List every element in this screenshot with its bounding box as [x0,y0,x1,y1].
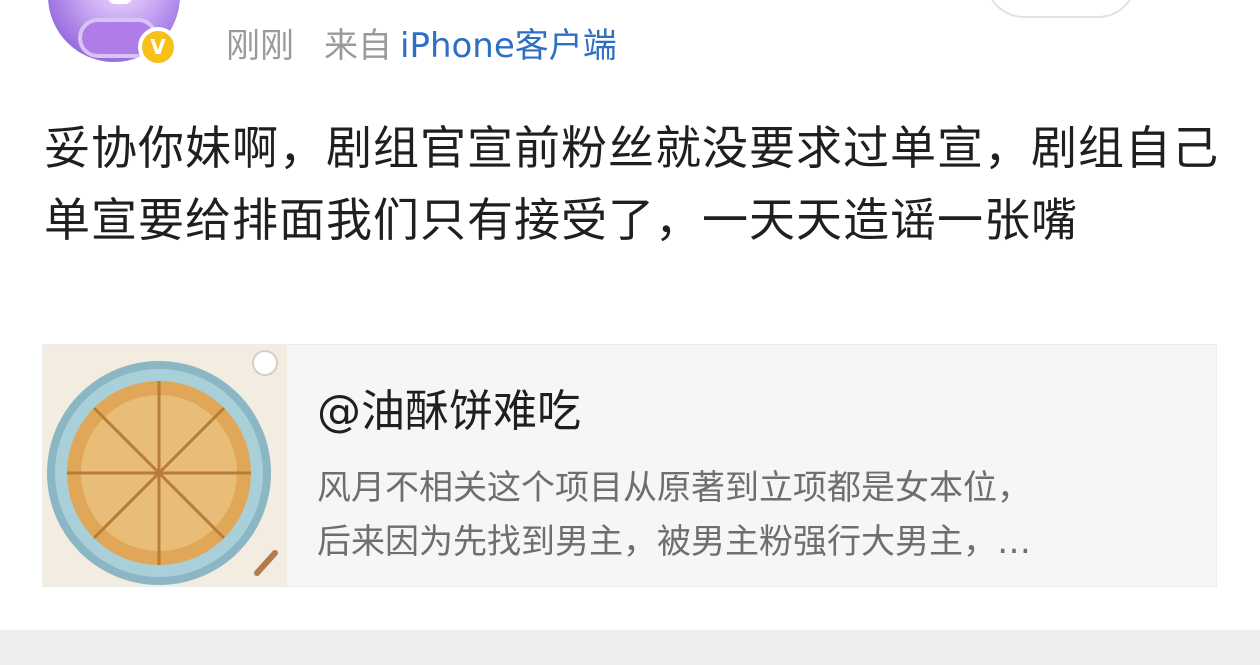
quoted-post-thumbnail [43,345,287,586]
verified-v-icon: V [138,27,178,67]
avatar-face-shape [108,0,132,4]
bottom-divider-bar [0,630,1260,665]
post-meta: 刚刚 来自 iPhone客户端 [226,18,617,66]
quoted-excerpt: 风月不相关这个项目从原著到立项都是女本位， 后来因为先找到男主，被男主粉强行大男… [317,461,1197,569]
quoted-post-card[interactable]: @油酥饼难吃 风月不相关这个项目从原著到立项都是女本位， 后来因为先找到男主，被… [42,344,1217,587]
quoted-author[interactable]: @油酥饼难吃 [317,375,581,439]
quoted-excerpt-line: 后来因为先找到男主，被男主粉强行大男主，… [317,522,1031,562]
pie-image-icon [43,345,287,586]
post-text: 妥协你妹啊，剧组官宣前粉丝就没要求过单宣，剧组自己单宣要给排面我们只有接受了，一… [44,121,1219,247]
post-source-link[interactable]: iPhone客户端 [400,18,617,67]
quoted-excerpt-line: 风月不相关这个项目从原著到立项都是女本位， [317,468,1031,508]
post-time: 刚刚 [226,25,294,66]
post-from-label: 来自 [324,25,392,66]
follow-button[interactable] [985,0,1137,18]
